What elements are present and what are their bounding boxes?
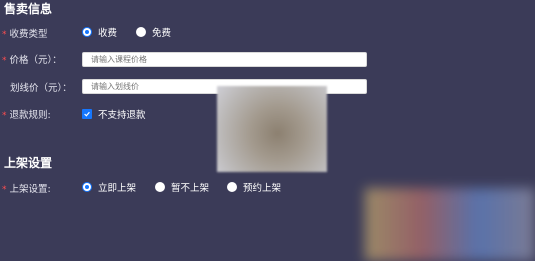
required-marker: * (2, 56, 7, 66)
radio-unchecked-icon (227, 182, 237, 192)
price-input[interactable] (82, 52, 367, 67)
no-refund-checkbox[interactable]: 不支持退款 (82, 107, 146, 121)
required-marker: * (2, 111, 7, 121)
refund-rule-label: * 退款规则: (2, 107, 51, 121)
refund-rule-label-text: 退款规则: (9, 110, 51, 121)
required-marker: * (2, 30, 7, 40)
required-marker: * (2, 185, 7, 195)
radio-unchecked-icon (136, 27, 146, 37)
price-label: * 价格（元）： (2, 52, 62, 66)
fee-type-paid-label: 收费 (98, 28, 118, 39)
shelf-setting-label: * 上架设置: (2, 181, 51, 195)
blurred-image (217, 86, 327, 172)
fee-type-free-radio[interactable]: 免费 (136, 25, 171, 39)
checkbox-checked-icon (82, 109, 92, 119)
shelf-now-label: 立即上架 (98, 183, 137, 194)
radio-checked-icon (82, 182, 92, 192)
radio-unchecked-icon (155, 182, 165, 192)
watermark (365, 188, 535, 261)
shelf-later-radio[interactable]: 暂不上架 (155, 180, 209, 194)
strike-price-label: 划线价（元）： (10, 83, 72, 94)
fee-type-paid-radio[interactable]: 收费 (82, 25, 117, 39)
shelf-section-title: 上架设置 (4, 156, 53, 170)
price-label-text: 价格（元）： (9, 55, 62, 66)
shelf-setting-label-text: 上架设置: (9, 184, 51, 195)
radio-checked-icon (82, 27, 92, 37)
shelf-scheduled-label: 预约上架 (243, 183, 282, 194)
shelf-scheduled-radio[interactable]: 预约上架 (227, 180, 281, 194)
fee-type-free-label: 免费 (152, 28, 172, 39)
shelf-now-radio[interactable]: 立即上架 (82, 180, 136, 194)
sales-section-title: 售卖信息 (4, 2, 53, 16)
fee-type-label-text: 收费类型 (9, 29, 48, 40)
no-refund-label: 不支持退款 (98, 110, 146, 121)
fee-type-label: * 收费类型 (2, 26, 48, 40)
shelf-later-label: 暂不上架 (171, 183, 210, 194)
